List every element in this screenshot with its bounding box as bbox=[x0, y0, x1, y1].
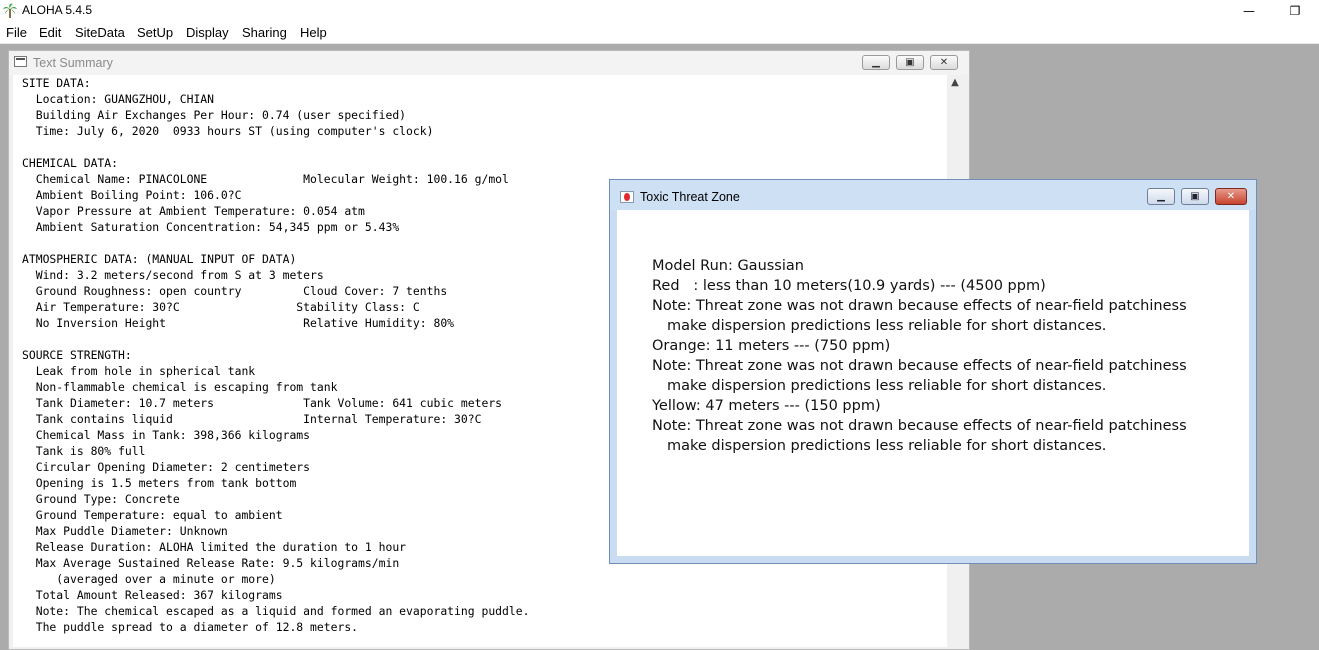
summary-line: Ambient Saturation Concentration: 54,345… bbox=[22, 220, 400, 234]
summary-line: Chemical Mass in Tank: 398,366 kilograms bbox=[22, 428, 311, 442]
maximize-icon: ▣ bbox=[1190, 191, 1200, 202]
note-line: Note: Threat zone was not drawn because … bbox=[652, 298, 1187, 314]
summary-line: SOURCE STRENGTH: bbox=[22, 348, 132, 362]
note-line: Note: Threat zone was not drawn because … bbox=[652, 418, 1187, 434]
menu-bar: File Edit SiteData SetUp Display Sharing… bbox=[0, 22, 1319, 44]
threat-zone-maximize-button[interactable]: ▣ bbox=[1181, 188, 1209, 205]
menu-display[interactable]: Display bbox=[186, 25, 229, 40]
menu-file[interactable]: File bbox=[6, 25, 27, 40]
summary-line: Tank contains liquid Internal Temperatur… bbox=[22, 412, 482, 426]
note-line: Note: Threat zone was not drawn because … bbox=[652, 358, 1187, 374]
summary-line: Ambient Boiling Point: 106.0?C bbox=[22, 188, 242, 202]
summary-line: SITE DATA: bbox=[22, 76, 91, 90]
menu-sharing[interactable]: Sharing bbox=[242, 25, 287, 40]
summary-line: Circular Opening Diameter: 2 centimeters bbox=[22, 460, 311, 474]
summary-line: Chemical Name: PINACOLONE Molecular Weig… bbox=[22, 172, 509, 186]
summary-line: Total Amount Released: 367 kilograms bbox=[22, 588, 283, 602]
summary-line bbox=[22, 331, 529, 347]
summary-line: Tank Diameter: 10.7 meters Tank Volume: … bbox=[22, 396, 503, 410]
summary-line: Wind: 3.2 meters/second from S at 3 mete… bbox=[22, 268, 324, 282]
restore-icon: ❐ bbox=[1289, 4, 1301, 18]
summary-line: Building Air Exchanges Per Hour: 0.74 (u… bbox=[22, 108, 407, 122]
yellow-zone-text: Yellow: 47 meters --- (150 ppm) bbox=[652, 398, 881, 414]
scroll-up-arrow-icon[interactable]: ▲ bbox=[947, 77, 963, 88]
summary-line: Ground Temperature: equal to ambient bbox=[22, 508, 283, 522]
restore-button[interactable]: ❐ bbox=[1272, 0, 1318, 22]
text-summary-content: SITE DATA: Location: GUANGZHOU, CHIAN Bu… bbox=[22, 75, 529, 635]
text-window-icon[interactable] bbox=[14, 56, 27, 67]
maximize-icon: ▣ bbox=[905, 57, 915, 68]
summary-line: CHEMICAL DATA: bbox=[22, 156, 119, 170]
summary-line: Time: July 6, 2020 0933 hours ST (using … bbox=[22, 124, 434, 138]
note-continuation: make dispersion predictions less reliabl… bbox=[667, 438, 1107, 454]
summary-line: Release Duration: ALOHA limited the dura… bbox=[22, 540, 407, 554]
summary-line: Ground Roughness: open country Cloud Cov… bbox=[22, 284, 448, 298]
threat-zone-body: Model Run: Gaussian Red : less than 10 m… bbox=[617, 210, 1249, 556]
threat-zone-title: Toxic Threat Zone bbox=[640, 190, 740, 204]
minimize-icon: ▁ bbox=[1157, 191, 1165, 202]
summary-line: No Inversion Height Relative Humidity: 8… bbox=[22, 316, 455, 330]
aloha-palm-icon bbox=[3, 3, 17, 18]
note-continuation: make dispersion predictions less reliabl… bbox=[667, 318, 1107, 334]
minimize-button[interactable]: — bbox=[1226, 0, 1272, 22]
summary-line: Non-flammable chemical is escaping from … bbox=[22, 380, 338, 394]
model-run-text: Model Run: Gaussian bbox=[652, 258, 804, 274]
summary-line: Max Average Sustained Release Rate: 9.5 … bbox=[22, 556, 400, 570]
threat-zone-close-button[interactable]: ✕ bbox=[1215, 188, 1247, 205]
summary-line: Air Temperature: 30?C Stability Class: C bbox=[22, 300, 420, 314]
menu-edit[interactable]: Edit bbox=[39, 25, 61, 40]
text-summary-titlebar[interactable]: Text Summary ▁ ▣ ✕ bbox=[9, 51, 969, 75]
summary-line: Max Puddle Diameter: Unknown bbox=[22, 524, 228, 538]
summary-line: Leak from hole in spherical tank bbox=[22, 364, 256, 378]
text-summary-close-button[interactable]: ✕ bbox=[930, 55, 958, 70]
summary-line: Note: The chemical escaped as a liquid a… bbox=[22, 604, 530, 618]
red-zone-text: Red : less than 10 meters(10.9 yards) --… bbox=[652, 278, 1046, 294]
summary-line bbox=[22, 139, 529, 155]
text-summary-minimize-button[interactable]: ▁ bbox=[862, 55, 890, 70]
summary-line: The puddle spread to a diameter of 12.8 … bbox=[22, 620, 359, 634]
threat-zone-window-icon[interactable] bbox=[620, 191, 634, 203]
app-title: ALOHA 5.4.5 bbox=[22, 3, 93, 17]
menu-setup[interactable]: SetUp bbox=[137, 25, 173, 40]
summary-line: Location: GUANGZHOU, CHIAN bbox=[22, 92, 215, 106]
orange-zone-text: Orange: 11 meters --- (750 ppm) bbox=[652, 338, 891, 354]
minimize-icon: — bbox=[1243, 4, 1255, 18]
close-icon: ✕ bbox=[1226, 191, 1236, 202]
menu-sitedata[interactable]: SiteData bbox=[75, 25, 125, 40]
note-continuation: make dispersion predictions less reliabl… bbox=[667, 378, 1107, 394]
summary-line: (averaged over a minute or more) bbox=[22, 572, 276, 586]
minimize-icon: ▁ bbox=[872, 57, 880, 68]
threat-zone-titlebar[interactable]: Toxic Threat Zone ▁ ▣ ✕ bbox=[610, 180, 1256, 210]
summary-line: Vapor Pressure at Ambient Temperature: 0… bbox=[22, 204, 365, 218]
close-icon: ✕ bbox=[939, 57, 949, 68]
summary-line: Tank is 80% full bbox=[22, 444, 146, 458]
summary-line bbox=[22, 235, 529, 251]
toxic-threat-zone-window: Toxic Threat Zone ▁ ▣ ✕ Model Run: Gauss… bbox=[609, 179, 1257, 564]
text-summary-maximize-button[interactable]: ▣ bbox=[896, 55, 924, 70]
summary-line: ATMOSPHERIC DATA: (MANUAL INPUT OF DATA) bbox=[22, 252, 297, 266]
app-titlebar: ALOHA 5.4.5 — ❐ bbox=[0, 0, 1319, 22]
summary-line: Ground Type: Concrete bbox=[22, 492, 180, 506]
menu-help[interactable]: Help bbox=[300, 25, 327, 40]
threat-zone-minimize-button[interactable]: ▁ bbox=[1147, 188, 1175, 205]
summary-line: Opening is 1.5 meters from tank bottom bbox=[22, 476, 297, 490]
text-summary-title: Text Summary bbox=[33, 56, 113, 70]
